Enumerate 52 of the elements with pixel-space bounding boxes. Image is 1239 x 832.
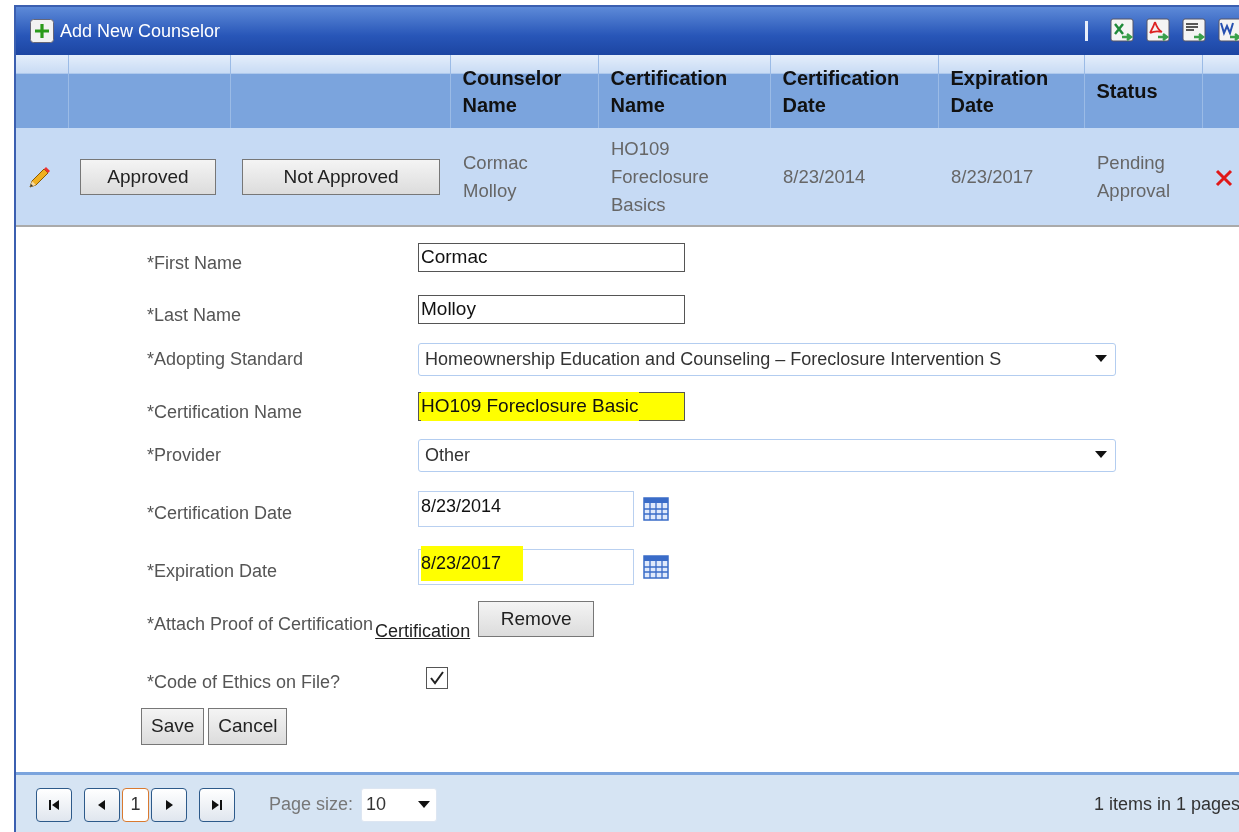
- table-cell: Pending Approval: [1097, 151, 1170, 201]
- field-label: *Provider: [147, 443, 223, 467]
- text-field[interactable]: HO109 Foreclosure Basic: [418, 392, 685, 421]
- dropdown-field[interactable]: Other: [418, 438, 1116, 472]
- field-label: *Expiration Date: [147, 559, 279, 583]
- page-size-label: Page size:: [269, 793, 354, 816]
- page-size-dropdown[interactable]: 10: [361, 787, 438, 822]
- save-button[interactable]: Save: [141, 708, 205, 745]
- table-cell: Cormac Molloy: [463, 151, 528, 201]
- caret-icon: [1095, 451, 1107, 459]
- pager-summary: 1 items in 1 pages: [1093, 793, 1239, 816]
- date-field[interactable]: 8/23/2017: [418, 549, 634, 585]
- not-approved-button[interactable]: Not Approved: [242, 158, 440, 195]
- add-counselor-button[interactable]: Add New Counselor: [30, 17, 221, 45]
- plus-icon: [30, 19, 54, 43]
- field-label: *Certification Date: [147, 501, 294, 525]
- table-cell: HO109 Foreclosure Basics: [611, 137, 709, 215]
- page-number-button[interactable]: 1: [122, 787, 149, 822]
- table-cell: 8/23/2014: [783, 165, 866, 187]
- delete-icon[interactable]: [1214, 167, 1234, 188]
- cancel-button[interactable]: Cancel: [208, 708, 288, 745]
- field-label: *Last Name: [147, 303, 243, 327]
- field-label: *Certification Name: [147, 401, 304, 424]
- table-cell: 8/23/2017: [951, 165, 1034, 187]
- calendar-icon[interactable]: [643, 497, 669, 521]
- next-page-button[interactable]: [151, 787, 187, 822]
- last-page-icon: [210, 797, 224, 812]
- csv-export-icon[interactable]: [1182, 18, 1208, 44]
- field-label: *Attach Proof of Certification: [147, 612, 374, 636]
- certification-link[interactable]: Certification: [375, 617, 471, 645]
- first-page-button[interactable]: [36, 787, 72, 822]
- dropdown-field[interactable]: Homeownership Education and Counseling – Foreclosure Intervention S: [418, 342, 1116, 376]
- previous-page-button[interactable]: [84, 787, 120, 822]
- caret-icon: [418, 800, 431, 809]
- calendar-icon[interactable]: [643, 555, 669, 579]
- text-field[interactable]: Cormac: [418, 242, 685, 272]
- first-page-icon: [47, 797, 61, 812]
- pdf-export-icon[interactable]: [1146, 18, 1172, 44]
- checkbox[interactable]: [426, 667, 448, 689]
- pencil-icon[interactable]: [26, 164, 52, 191]
- remove-button[interactable]: Remove: [478, 601, 595, 637]
- toolbar-separator: [1085, 21, 1088, 41]
- field-label: *Code of Ethics on File?: [147, 670, 342, 694]
- field-label: *Adopting Standard: [147, 347, 305, 371]
- caret-icon: [1095, 355, 1107, 363]
- excel-export-icon[interactable]: [1110, 18, 1136, 44]
- approved-button[interactable]: Approved: [80, 158, 216, 195]
- word-export-icon[interactable]: [1218, 18, 1239, 44]
- field-label: *First Name: [147, 251, 243, 275]
- date-field[interactable]: 8/23/2014: [418, 491, 634, 527]
- text-field[interactable]: Molloy: [418, 294, 685, 324]
- last-page-button[interactable]: [199, 787, 235, 822]
